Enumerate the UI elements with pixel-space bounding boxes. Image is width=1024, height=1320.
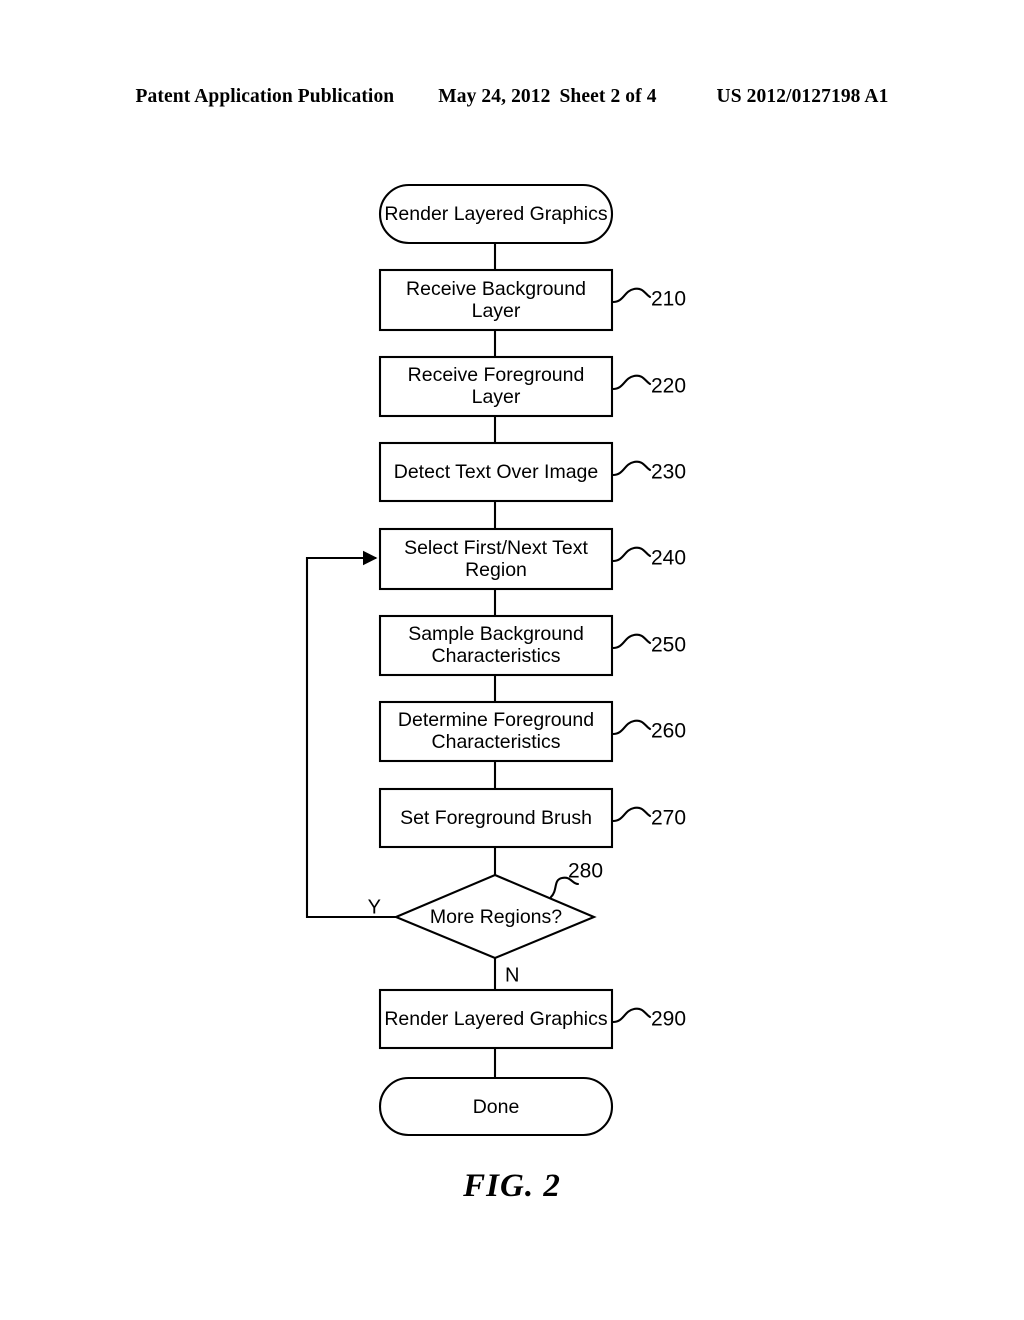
- node-end-done: Done: [378, 1076, 614, 1137]
- node-start: Render Layered Graphics: [378, 183, 614, 245]
- node-210-leader-line: [611, 287, 652, 304]
- node-230-detect-text-over-image: Detect Text Over Image 230: [378, 441, 686, 503]
- node-240-label-line1: Select First/Next Text: [404, 537, 588, 559]
- node-230-leader-line: [611, 460, 652, 477]
- node-270-label: Set Foreground Brush: [400, 807, 592, 829]
- node-280-more-regions-decision: More Regions? 280: [393, 860, 603, 960]
- node-220-leader-line: [611, 374, 652, 391]
- node-220-label-line2: Layer: [472, 386, 521, 408]
- node-270-leader-line: [611, 806, 652, 823]
- node-220-label-line1: Receive Foreground: [408, 364, 585, 386]
- node-250-sample-background-characteristics: Sample Background Characteristics 250: [378, 614, 686, 677]
- node-270-reference-numeral: 270: [651, 807, 686, 830]
- node-290-label: Render Layered Graphics: [384, 1008, 608, 1030]
- node-290-leader-line: [611, 1007, 652, 1024]
- node-220-reference-numeral: 220: [651, 375, 686, 398]
- node-260-label-line2: Characteristics: [432, 731, 561, 753]
- node-260-leader-line: [611, 719, 652, 736]
- patent-drawing-page: Patent Application Publication May 24, 2…: [0, 0, 1024, 1320]
- node-240-leader-line: [611, 546, 652, 563]
- node-250-label-line1: Sample Background: [408, 623, 584, 645]
- branch-label-yes: Y: [368, 896, 381, 918]
- node-210-label-line1: Receive Background: [406, 278, 586, 300]
- node-260-label-line1: Determine Foreground: [398, 709, 594, 731]
- node-210-reference-numeral: 210: [651, 288, 686, 311]
- node-280-label: More Regions?: [430, 906, 562, 928]
- node-220-receive-foreground-layer: Receive Foreground Layer 220: [378, 355, 686, 418]
- node-280-reference-numeral: 280: [568, 860, 603, 883]
- node-250-label-line2: Characteristics: [432, 645, 561, 667]
- node-240-label-line2: Region: [465, 559, 527, 581]
- node-260-reference-numeral: 260: [651, 720, 686, 743]
- start-label: Render Layered Graphics: [384, 203, 608, 225]
- node-270-set-foreground-brush: Set Foreground Brush 270: [378, 787, 686, 849]
- node-260-determine-foreground-characteristics: Determine Foreground Characteristics 260: [378, 700, 686, 763]
- node-240-reference-numeral: 240: [651, 547, 686, 570]
- node-210-label-line2: Layer: [472, 300, 521, 322]
- node-250-reference-numeral: 250: [651, 634, 686, 657]
- node-250-leader-line: [611, 633, 652, 650]
- figure-caption: FIG. 2: [463, 1168, 561, 1204]
- branch-label-no: N: [505, 964, 519, 986]
- node-290-render-layered-graphics: Render Layered Graphics 290: [378, 988, 686, 1050]
- node-240-select-first-next-text-region: Select First/Next Text Region 240: [378, 527, 686, 591]
- node-210-receive-background-layer: Receive Background Layer 210: [378, 268, 686, 332]
- node-290-reference-numeral: 290: [651, 1008, 686, 1031]
- node-230-reference-numeral: 230: [651, 461, 686, 484]
- flowchart-figure-2: Y N Render Layered Graphics Receive Back…: [305, 183, 686, 1137]
- node-230-label: Detect Text Over Image: [394, 461, 598, 483]
- end-label: Done: [473, 1096, 520, 1118]
